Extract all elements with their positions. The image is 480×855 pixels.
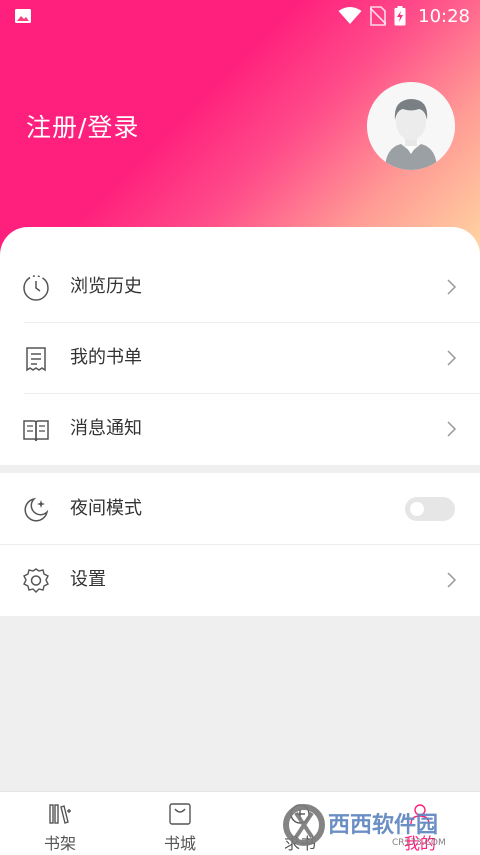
clock-icon — [23, 275, 49, 301]
chevron-right-icon — [447, 279, 457, 295]
menu-item-label: 浏览历史 — [70, 276, 142, 297]
no-sim-icon — [370, 6, 387, 26]
menu-item-settings[interactable]: 设置 — [0, 545, 480, 616]
login-register-link[interactable]: 注册/登录 — [26, 108, 139, 144]
settings-card: 夜间模式 设置 — [0, 473, 480, 616]
wifi-icon — [338, 7, 362, 24]
menu-item-notifications[interactable]: 消息通知 — [0, 394, 480, 465]
default-avatar-icon — [367, 82, 455, 170]
chevron-right-icon — [447, 421, 457, 437]
watermark-brand: 西西软件园 — [328, 812, 438, 838]
profile-header: 10:28 注册/登录 — [0, 0, 480, 260]
status-time: 10:28 — [418, 5, 470, 27]
menu-card: 浏览历史 我的书单 消息通知 — [0, 227, 480, 465]
menu-item-booklist[interactable]: 我的书单 — [0, 323, 480, 394]
book-icon — [23, 420, 49, 442]
bookshelf-icon — [49, 804, 71, 824]
menu-item-night-mode: 夜间模式 — [0, 474, 480, 545]
chevron-right-icon — [447, 350, 457, 366]
shopping-bag-icon — [169, 803, 191, 825]
nav-item-bookshelf[interactable]: 书架 — [0, 792, 120, 855]
menu-item-label: 设置 — [70, 569, 106, 590]
image-icon — [15, 9, 31, 23]
nav-item-bookstore[interactable]: 书城 — [120, 792, 240, 855]
battery-charging-icon — [394, 6, 406, 26]
menu-item-label: 夜间模式 — [70, 498, 142, 519]
receipt-icon — [26, 347, 46, 372]
watermark-logo: 西西软件园 CR173.COM — [283, 804, 446, 848]
chevron-right-icon — [447, 572, 457, 588]
menu-item-label: 消息通知 — [70, 418, 142, 439]
menu-item-history[interactable]: 浏览历史 — [0, 252, 480, 323]
nav-label: 书架 — [43, 834, 76, 853]
menu-item-label: 我的书单 — [70, 347, 142, 368]
bottom-nav: 书架 书城 求书 我的 西西软件园 CR173.COM — [0, 791, 480, 855]
gear-icon — [23, 568, 49, 593]
status-bar: 10:28 — [0, 0, 480, 32]
night-mode-toggle[interactable] — [405, 497, 455, 521]
avatar[interactable] — [367, 82, 455, 170]
moon-icon — [24, 497, 49, 522]
toggle-knob — [410, 502, 424, 516]
nav-label: 书城 — [163, 834, 196, 853]
watermark-site: CR173.COM — [392, 838, 446, 848]
